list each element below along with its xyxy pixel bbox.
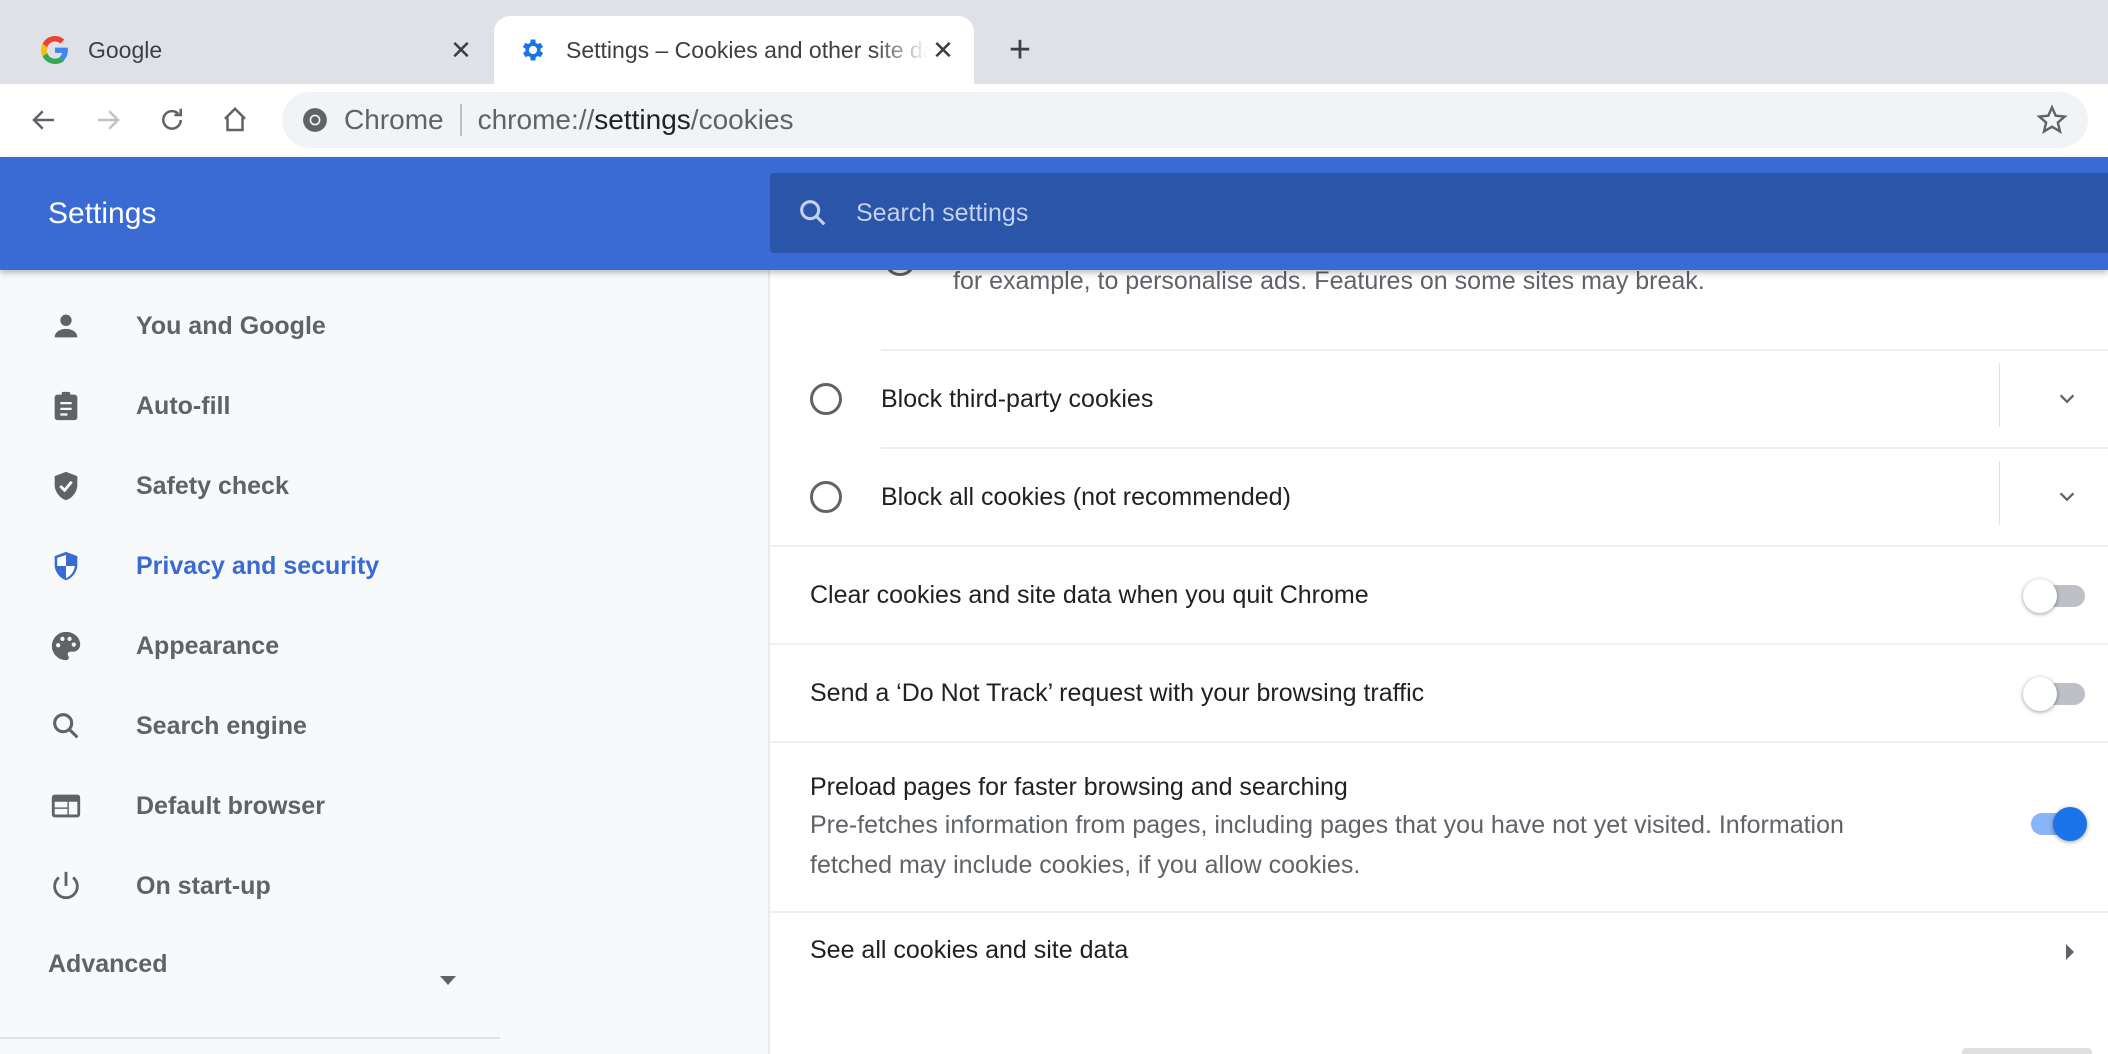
tab-title: Settings – Cookies and other site data: [566, 36, 928, 63]
address-bar[interactable]: Chrome chrome://settings/cookies: [282, 92, 2088, 148]
setting-description: Pre-fetches information from pages, incl…: [810, 811, 1844, 879]
toggle-switch-clear-on-exit[interactable]: [2023, 571, 2085, 619]
arrow-right-icon: [98, 110, 120, 130]
browser-window-icon: [46, 786, 86, 826]
search-settings-input[interactable]: [856, 198, 2056, 228]
sidebar-item-label: On start-up: [136, 871, 271, 900]
sidebar-item-label: Privacy and security: [136, 551, 380, 580]
shield-icon: [46, 546, 86, 586]
reload-button[interactable]: [152, 100, 192, 140]
sidebar-item-you-and-google[interactable]: You and Google: [0, 290, 770, 362]
setting-label: Preload pages for faster browsing and se…: [810, 773, 1348, 801]
gear-icon: [518, 35, 548, 65]
tab-settings[interactable]: Settings – Cookies and other site data ✕: [494, 16, 974, 84]
sidebar-item-label: Appearance: [136, 631, 280, 660]
chrome-logo-icon: [303, 108, 327, 132]
sidebar-item-label: Search engine: [136, 711, 307, 740]
home-icon: [224, 106, 246, 132]
setting-preload-pages[interactable]: Preload pages for faster browsing and se…: [770, 743, 2108, 911]
person-icon: [46, 306, 86, 346]
new-tab-button[interactable]: +: [1000, 29, 1040, 71]
close-tab-icon[interactable]: ✕: [446, 35, 476, 65]
search-icon: [46, 706, 86, 746]
arrow-right-icon: [2066, 944, 2074, 960]
sidebar-item-label: Default browser: [136, 791, 325, 820]
tab-strip: Google ✕ Settings – Cookies and other si…: [0, 0, 2108, 84]
setting-clear-on-exit[interactable]: Clear cookies and site data when you qui…: [770, 547, 2108, 643]
bookmark-star-icon[interactable]: [2036, 104, 2068, 136]
omnibox-separator: [459, 104, 462, 136]
radio-option-block-third-party[interactable]: Block third-party cookies: [770, 351, 2108, 447]
setting-label: Send a ‘Do Not Track’ request with your …: [810, 678, 1425, 707]
sidebar-divider: [0, 1037, 500, 1039]
site-chip: Chrome: [344, 104, 444, 135]
settings-header: Settings: [0, 157, 2108, 270]
link-label: See all cookies and site data: [810, 936, 1129, 964]
clipboard-icon: [46, 386, 86, 426]
home-button[interactable]: [215, 100, 255, 140]
see-all-cookies-link[interactable]: See all cookies and site data: [770, 912, 2108, 992]
back-button[interactable]: [24, 100, 64, 140]
tab-title: Google: [88, 36, 163, 63]
browser-toolbar: Chrome chrome://settings/cookies: [0, 84, 2108, 156]
toggle-switch-preload[interactable]: [2023, 799, 2087, 847]
tab-google[interactable]: Google ✕: [0, 16, 492, 84]
sidebar-item-label: Safety check: [136, 471, 289, 500]
chevron-down-icon[interactable]: [2052, 482, 2082, 512]
cookies-settings-content: for example, to personalise ads. Feature…: [770, 270, 2108, 1054]
sidebar-item-search-engine[interactable]: Search engine: [0, 690, 770, 762]
sidebar-item-label: Auto-fill: [136, 391, 231, 420]
radio-button-partial[interactable]: [884, 270, 916, 276]
arrow-left-icon: [32, 110, 54, 130]
partial-button[interactable]: [1962, 1048, 2092, 1054]
palette-icon: [46, 626, 86, 666]
radio-button[interactable]: [810, 383, 842, 415]
reload-icon: [162, 108, 182, 130]
vertical-separator: [1999, 363, 2000, 427]
shield-check-icon: [46, 466, 86, 506]
search-icon: [800, 200, 826, 226]
page-title: Settings: [48, 197, 157, 230]
sidebar-item-label: You and Google: [136, 311, 326, 340]
radio-button[interactable]: [810, 481, 842, 513]
advanced-section-toggle[interactable]: Advanced: [48, 950, 167, 979]
toggle-switch-do-not-track[interactable]: [2023, 669, 2085, 717]
google-g-icon: [40, 35, 70, 65]
radio-label: Block third-party cookies: [881, 384, 1154, 413]
sidebar-item-on-startup[interactable]: On start-up: [0, 850, 770, 922]
caret-down-icon[interactable]: [440, 976, 456, 985]
setting-do-not-track[interactable]: Send a ‘Do Not Track’ request with your …: [770, 645, 2108, 741]
sidebar-item-safety-check[interactable]: Safety check: [0, 450, 770, 522]
radio-option-block-all[interactable]: Block all cookies (not recommended): [770, 449, 2108, 545]
power-icon: [46, 866, 86, 906]
option-description: for example, to personalise ads. Feature…: [953, 270, 1705, 295]
setting-label: Clear cookies and site data when you qui…: [810, 580, 1369, 609]
close-tab-icon[interactable]: ✕: [928, 35, 958, 65]
sidebar-item-autofill[interactable]: Auto-fill: [0, 370, 770, 442]
radio-label: Block all cookies (not recommended): [881, 482, 1291, 511]
chevron-down-icon[interactable]: [2052, 384, 2082, 414]
sidebar-item-appearance[interactable]: Appearance: [0, 610, 770, 682]
url-text[interactable]: chrome://settings/cookies: [478, 104, 794, 136]
sidebar-item-privacy-and-security[interactable]: Privacy and security: [0, 530, 770, 602]
forward-button[interactable]: [88, 100, 128, 140]
settings-search[interactable]: [770, 173, 2108, 253]
settings-sidebar: You and Google Auto-fill Safety check Pr…: [0, 270, 770, 1054]
vertical-separator: [1999, 461, 2000, 525]
sidebar-item-default-browser[interactable]: Default browser: [0, 770, 770, 842]
